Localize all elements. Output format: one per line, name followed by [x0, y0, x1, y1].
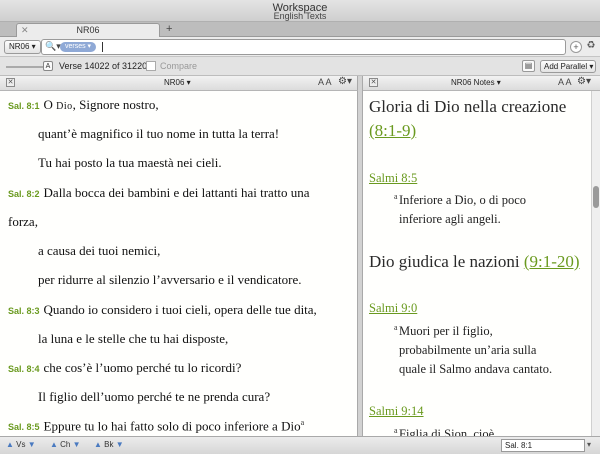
verse-line: Tu hai posto la tua maestà nei cieli. [38, 155, 222, 170]
verse-line: Il figlio dell’uomo perché te ne prenda … [38, 389, 271, 404]
search-icon[interactable]: 🔍▾ [45, 41, 61, 52]
tab-close-icon[interactable]: ✕ [21, 24, 29, 37]
tab-strip: ✕ NR06 + [0, 22, 600, 37]
verse-ref[interactable]: Sal. 8:4 [8, 364, 40, 374]
down-arrow-icon[interactable]: ▼ [73, 440, 81, 449]
add-parallel-button[interactable]: Add Parallel ▾ [540, 60, 596, 73]
note-text: inferiore agli angeli. [399, 212, 501, 226]
note-text: Inferiore a Dio, o di poco [399, 193, 527, 207]
notes-icon[interactable]: ▤ [522, 60, 535, 72]
range-link[interactable]: (9:1-20) [524, 252, 580, 271]
compare-checkbox[interactable] [146, 61, 156, 71]
close-pane-icon[interactable]: ✕ [6, 78, 15, 87]
add-search-icon[interactable]: + [570, 41, 582, 53]
tab-label: NR06 [76, 25, 100, 35]
up-arrow-icon[interactable]: ▲ [6, 440, 14, 449]
note-reference-link[interactable]: Salmi 9:0 [369, 301, 417, 316]
verse-line: Sal. 8:5 Eppure tu lo hai fatto solo di p… [8, 418, 305, 434]
note-text: probabilmente un’aria sulla [399, 343, 537, 357]
left-pane-header: ✕ NR06 ▾ A A ⚙▾ [0, 76, 358, 91]
compare-label: Compare [160, 61, 198, 71]
font-size-icon[interactable]: A A [558, 77, 572, 87]
footnote-marker: a [394, 426, 398, 435]
window-subtitle: English Texts [273, 11, 327, 21]
scroll-thumb[interactable] [593, 186, 599, 208]
font-size-icon[interactable]: A A [318, 77, 332, 87]
text-caret [102, 42, 103, 52]
reference-input[interactable]: Sal. 8:1 [501, 439, 585, 452]
title-bar: Workspace English Texts [0, 0, 600, 22]
navigation-bar: ▲ Vs ▼ ▲ Ch ▼ ▲ Bk ▼ Sal. 8:1 ▾ [0, 436, 600, 454]
verse-ref[interactable]: Sal. 8:5 [8, 422, 40, 432]
search-input[interactable]: 🔍▾ verses ▾ [41, 39, 566, 55]
note-reference-link[interactable]: Salmi 8:5 [369, 171, 417, 186]
note-text: quale il Salmo andava cantato. [399, 362, 553, 376]
right-pane-title[interactable]: NR06 Notes ▾ [451, 78, 501, 87]
font-size-slider-track[interactable] [6, 66, 44, 68]
up-arrow-icon[interactable]: ▲ [50, 440, 58, 449]
range-link[interactable]: (8:1-9) [369, 121, 416, 140]
verse-line: quant’è magnifico il tuo nome in tutta l… [38, 126, 280, 141]
verse-line: Sal. 8:1 O Dio, Signore nostro, [8, 97, 159, 112]
verse-ref[interactable]: Sal. 8:3 [8, 306, 40, 316]
section-heading: Dio giudica le nazioni (9:1-20) [369, 252, 580, 271]
bible-text-pane: Sal. 8:1 O Dio, Signore nostro, quant’è m… [0, 91, 358, 436]
book-nav: ▲ Bk ▼ [94, 440, 124, 449]
chevron-down-icon[interactable]: ▾ [587, 440, 591, 449]
right-pane-header: ✕ NR06 Notes ▾ A A ⚙▾ [363, 76, 600, 91]
footnote-marker: a [394, 323, 398, 332]
verse-toolbar: A Verse 14022 of 31220 Compare ▤ Add Par… [0, 57, 600, 76]
verse-nav: ▲ Vs ▼ [6, 440, 36, 449]
workspace-window: Workspace English Texts ✕ NR06 + NR06 ▾ … [0, 0, 600, 454]
footnote-marker[interactable]: a [301, 418, 305, 427]
notes-pane: Gloria di Dio nella creazione (8:1-9) Sa… [363, 91, 591, 436]
close-pane-icon[interactable]: ✕ [369, 78, 378, 87]
module-select[interactable]: NR06 ▾ [4, 40, 41, 54]
search-scope-token[interactable]: verses ▾ [60, 42, 97, 52]
search-toolbar: NR06 ▾ 🔍▾ verses ▾ + ♻ [0, 37, 600, 57]
verse-ref[interactable]: Sal. 8:1 [8, 101, 40, 111]
section-heading: Gloria di Dio nella creazione [369, 97, 567, 116]
notes-scrollbar[interactable] [591, 91, 600, 436]
verse-line: a causa dei tuoi nemici, [38, 243, 161, 258]
note-reference-link[interactable]: Salmi 9:14 [369, 404, 424, 419]
verse-line: la luna e le stelle che tu hai disposte, [38, 331, 229, 346]
gear-icon[interactable]: ⚙▾ [338, 76, 352, 87]
verse-line: Sal. 8:2 Dalla bocca dei bambini e dei la… [8, 185, 310, 200]
up-arrow-icon[interactable]: ▲ [94, 440, 102, 449]
verse-ref[interactable]: Sal. 8:2 [8, 189, 40, 199]
note-text: Figlia di Sion, cioè [399, 427, 495, 436]
section-heading-range: (8:1-9) [369, 121, 416, 141]
gear-icon[interactable]: ⚙▾ [577, 76, 591, 87]
left-pane-title[interactable]: NR06 ▾ [164, 78, 191, 87]
tab-nr06[interactable]: ✕ NR06 [16, 23, 160, 37]
verse-count: Verse 14022 of 31220 [59, 61, 148, 71]
verse-line: Sal. 8:3 Quando io considero i tuoi cieli… [8, 302, 317, 317]
down-arrow-icon[interactable]: ▼ [116, 440, 124, 449]
font-size-slider[interactable]: A [43, 61, 53, 71]
footnote-marker: a [394, 192, 398, 201]
share-icon[interactable]: ♻ [585, 41, 597, 53]
verse-line: per ridurre al silenzio l’avversario e i… [38, 272, 302, 287]
note-text: Muori per il figlio, [399, 324, 493, 338]
verse-line: forza, [8, 214, 38, 229]
verse-line: Sal. 8:4 che cos’è l’uomo perché tu lo ri… [8, 360, 242, 375]
add-tab-icon[interactable]: + [166, 23, 172, 36]
chapter-nav: ▲ Ch ▼ [50, 440, 81, 449]
down-arrow-icon[interactable]: ▼ [28, 440, 36, 449]
